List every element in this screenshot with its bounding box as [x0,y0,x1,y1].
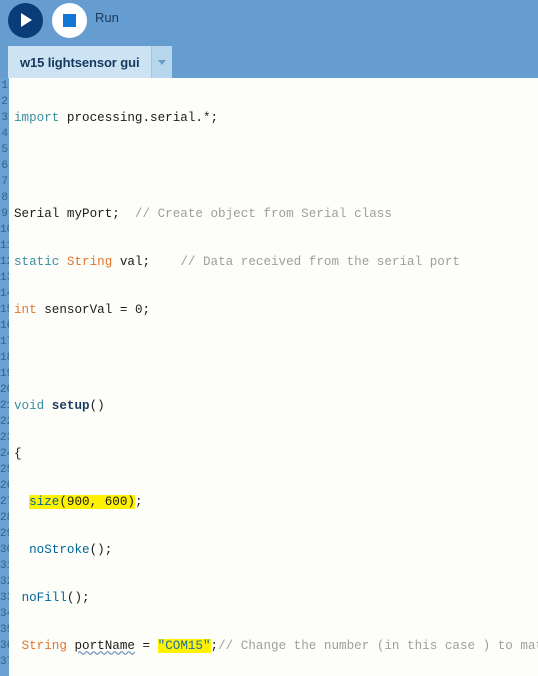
tab-sketch[interactable]: w15 lightsensor gui [8,46,173,78]
code-line: Serial myPort; // Create object from Ser… [14,207,392,221]
line-number: 5 [1,144,8,156]
line-number: 36 [0,640,9,652]
line-number: 31 [0,560,9,572]
tab-label: w15 lightsensor gui [20,54,140,70]
line-number: 3 [1,112,8,124]
run-label: Run [95,10,119,25]
code-line: String portName = "COM15";// Change the … [21,639,538,653]
line-number: 16 [0,320,9,332]
line-number: 26 [0,480,9,492]
code-line: static String val; // Data received from… [14,255,460,269]
chevron-down-icon [158,59,167,65]
code-line: { [14,447,22,461]
line-number: 25 [0,464,9,476]
line-number: 8 [1,192,8,204]
tab-menu-button[interactable] [151,46,173,78]
line-number: 35 [0,624,9,636]
line-number: 17 [0,336,9,348]
line-number: 15 [0,304,9,316]
line-number: 7 [1,176,8,188]
code-line: void setup() [14,399,105,413]
line-number: 9 [1,208,8,220]
line-number: 2 [1,96,8,108]
code-line: noFill(); [21,591,90,605]
code-line: size(900, 600); [29,495,143,509]
line-number: 10 [0,224,9,236]
code-editor[interactable]: 1234567891011121314151617181920212223242… [0,78,538,676]
line-number: 21 [0,400,9,412]
line-number: 4 [1,128,8,140]
line-number: 22 [0,416,9,428]
stop-icon [63,14,76,27]
line-number: 1 [1,80,8,92]
line-number: 18 [0,352,9,364]
toolbar: Run [0,0,538,42]
run-button[interactable] [8,3,43,38]
line-number: 27 [0,496,9,508]
play-icon [21,13,32,27]
processing-ide-window: Run w15 lightsensor gui 1234567891011121… [0,0,538,676]
line-number: 32 [0,576,9,588]
line-number: 6 [1,160,8,172]
line-number: 37 [0,656,9,668]
tab-bar: w15 lightsensor gui [0,42,538,78]
code-text-area[interactable]: import processing.serial.*; Serial myPor… [9,78,538,676]
code-line: import processing.serial.*; [14,111,219,125]
line-number: 12 [0,256,9,268]
line-number-gutter: 1234567891011121314151617181920212223242… [0,78,9,676]
line-number: 13 [0,272,9,284]
line-number: 30 [0,544,9,556]
line-number: 33 [0,592,9,604]
code-line: noStroke(); [29,543,113,557]
line-number: 19 [0,368,9,380]
line-number: 14 [0,288,9,300]
line-number: 24 [0,448,9,460]
line-number: 20 [0,384,9,396]
stop-button[interactable] [52,3,87,38]
code-line: int sensorVal = 0; [14,303,151,317]
line-number: 11 [0,240,9,252]
line-number: 28 [0,512,9,524]
line-number: 34 [0,608,9,620]
line-number: 23 [0,432,9,444]
line-number: 29 [0,528,9,540]
